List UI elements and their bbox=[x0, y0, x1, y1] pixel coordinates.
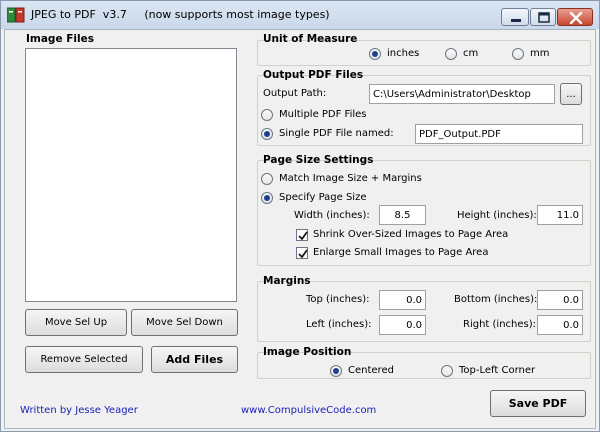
pdf-document-icon bbox=[6, 7, 25, 23]
move-sel-down-button[interactable]: Move Sel Down bbox=[131, 309, 238, 336]
match-image-size-label: Match Image Size + Margins bbox=[279, 173, 422, 184]
checkmark-icon bbox=[298, 249, 308, 259]
output-path-label: Output Path: bbox=[263, 88, 327, 99]
checkmark-icon bbox=[298, 231, 308, 241]
width-input[interactable] bbox=[379, 205, 426, 225]
shrink-label: Shrink Over-Sized Images to Page Area bbox=[313, 229, 509, 240]
inches-radio[interactable] bbox=[369, 48, 381, 60]
close-icon bbox=[569, 11, 583, 25]
enlarge-label: Enlarge Small Images to Page Area bbox=[313, 247, 489, 258]
height-label: Height (inches): bbox=[457, 210, 537, 221]
image-position-title: Image Position bbox=[263, 346, 352, 358]
specify-page-size-radio[interactable] bbox=[261, 192, 273, 204]
mm-label: mm bbox=[530, 48, 550, 59]
author-link[interactable]: Written by Jesse Yeager bbox=[20, 405, 138, 416]
save-pdf-button[interactable]: Save PDF bbox=[490, 390, 586, 417]
maximize-button[interactable] bbox=[530, 8, 556, 26]
left-margin-input[interactable] bbox=[379, 315, 426, 335]
browse-button[interactable]: ... bbox=[560, 83, 582, 105]
margins-title: Margins bbox=[263, 275, 311, 287]
width-label: Width (inches): bbox=[294, 210, 370, 221]
centered-radio[interactable] bbox=[330, 365, 342, 377]
bottom-margin-label: Bottom (inches): bbox=[454, 294, 538, 305]
image-files-title: Image Files bbox=[26, 33, 94, 45]
window-title: JPEG to PDF v3.7 (now supports most imag… bbox=[31, 8, 330, 21]
minimize-button[interactable] bbox=[501, 8, 529, 26]
centered-label: Centered bbox=[348, 365, 394, 376]
left-margin-label: Left (inches): bbox=[306, 319, 372, 330]
move-sel-up-button[interactable]: Move Sel Up bbox=[25, 309, 127, 336]
maximize-icon bbox=[538, 12, 550, 23]
title-bar[interactable]: JPEG to PDF v3.7 (now supports most imag… bbox=[1, 1, 599, 29]
top-margin-input[interactable] bbox=[379, 290, 426, 310]
multiple-pdf-label: Multiple PDF Files bbox=[279, 109, 367, 120]
unit-of-measure-title: Unit of Measure bbox=[263, 33, 358, 45]
output-path-input[interactable] bbox=[369, 84, 555, 104]
top-margin-label: Top (inches): bbox=[306, 294, 370, 305]
remove-selected-button[interactable]: Remove Selected bbox=[25, 346, 143, 373]
top-left-corner-radio[interactable] bbox=[441, 365, 453, 377]
bottom-margin-input[interactable] bbox=[537, 290, 583, 310]
minimize-icon bbox=[511, 19, 521, 22]
output-pdf-title: Output PDF Files bbox=[263, 69, 364, 81]
match-image-size-radio[interactable] bbox=[261, 173, 273, 185]
cm-radio[interactable] bbox=[445, 48, 457, 60]
multiple-pdf-radio[interactable] bbox=[261, 109, 273, 121]
inches-label: inches bbox=[387, 48, 420, 59]
specify-page-size-label: Specify Page Size bbox=[279, 192, 367, 203]
add-files-button[interactable]: Add Files bbox=[151, 346, 238, 373]
image-files-list[interactable] bbox=[25, 48, 237, 302]
right-margin-input[interactable] bbox=[537, 315, 583, 335]
close-button[interactable] bbox=[557, 8, 593, 26]
single-pdf-radio[interactable] bbox=[261, 128, 273, 140]
height-input[interactable] bbox=[537, 205, 583, 225]
page-size-title: Page Size Settings bbox=[263, 154, 374, 166]
top-left-corner-label: Top-Left Corner bbox=[459, 365, 536, 376]
cm-label: cm bbox=[463, 48, 479, 59]
enlarge-checkbox[interactable] bbox=[296, 247, 308, 259]
right-margin-label: Right (inches): bbox=[463, 319, 536, 330]
client-area: Image Files Move Sel Up Move Sel Down Re… bbox=[4, 29, 596, 429]
app-window: JPEG to PDF v3.7 (now supports most imag… bbox=[0, 0, 600, 432]
shrink-checkbox[interactable] bbox=[296, 229, 308, 241]
website-link[interactable]: www.CompulsiveCode.com bbox=[241, 405, 376, 416]
mm-radio[interactable] bbox=[512, 48, 524, 60]
single-pdf-label: Single PDF File named: bbox=[279, 128, 394, 139]
single-pdf-name-input[interactable] bbox=[415, 124, 583, 144]
